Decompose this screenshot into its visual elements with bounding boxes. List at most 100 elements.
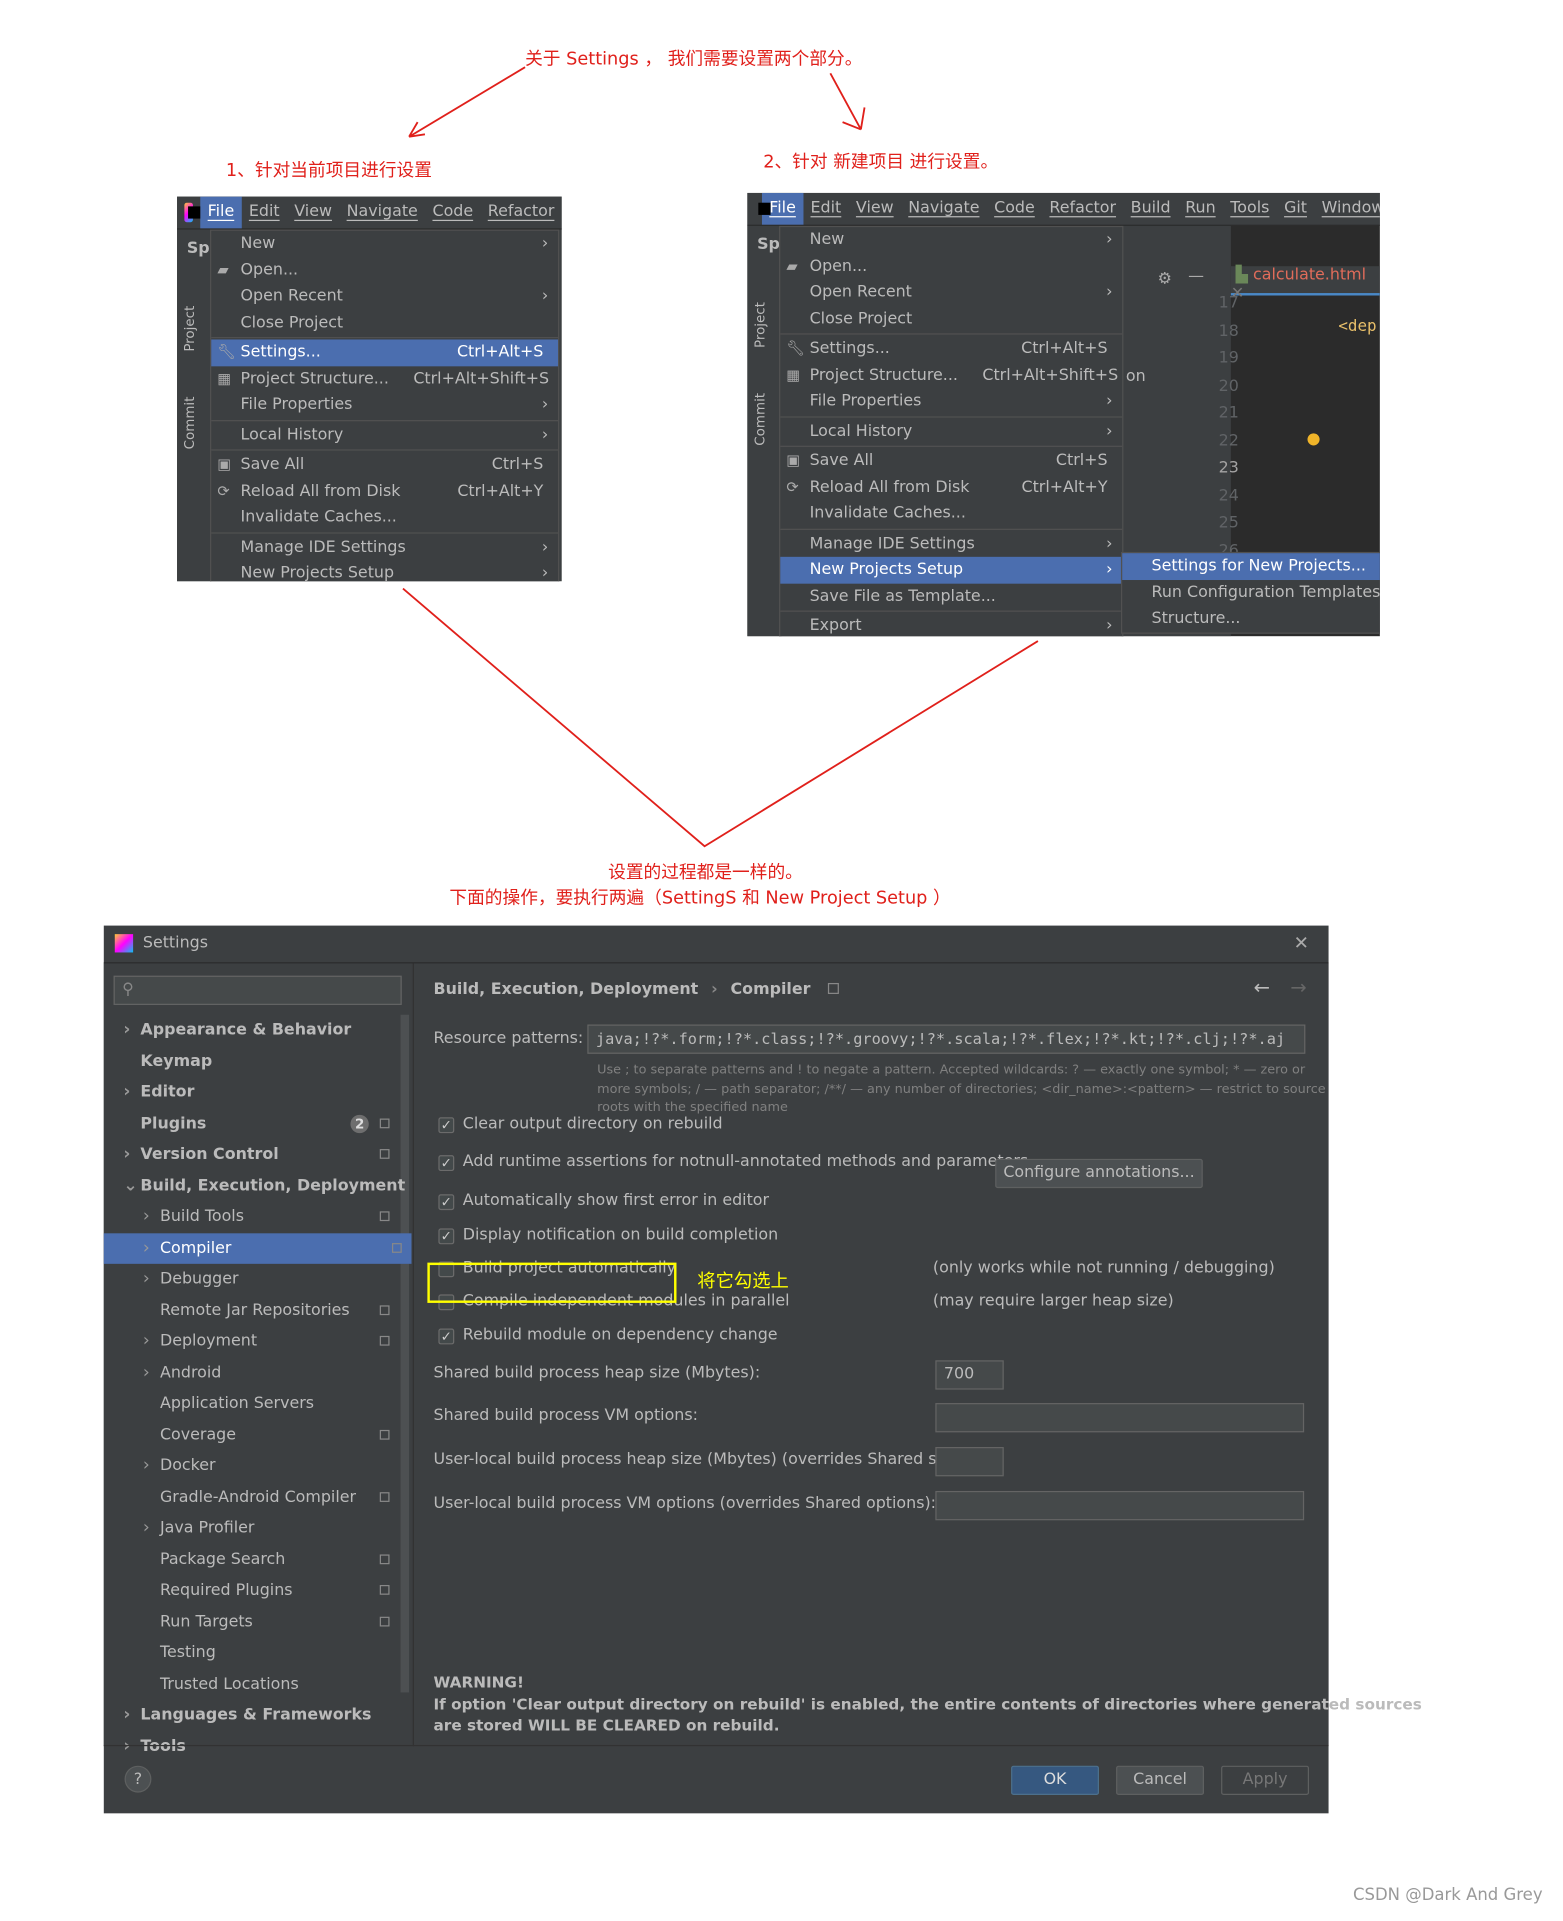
menu-item-project-structure[interactable]: ▦ Project Structure... Ctrl+Alt+Shift+S bbox=[780, 362, 1122, 388]
chevron-right-icon[interactable]: › bbox=[143, 1233, 150, 1264]
close-icon[interactable]: ✕ bbox=[1294, 932, 1309, 954]
checkbox-label[interactable]: Automatically show first error in editor bbox=[463, 1192, 769, 1210]
menu-item-settings[interactable]: 🔧︎ Settings... Ctrl+Alt+S bbox=[780, 336, 1122, 362]
menu-item-open[interactable]: ▰ Open... bbox=[211, 257, 558, 283]
menu-window[interactable]: Window bbox=[1314, 193, 1380, 225]
chevron-right-icon[interactable]: › bbox=[143, 1264, 150, 1295]
menu-item-settings[interactable]: 🔧︎ Settings... Ctrl+Alt+S bbox=[211, 339, 559, 366]
chevron-right-icon[interactable]: › bbox=[143, 1513, 150, 1544]
field-input[interactable] bbox=[935, 1403, 1305, 1433]
menu-edit[interactable]: Edit bbox=[803, 193, 848, 225]
menu-item-export[interactable]: Export › bbox=[780, 613, 1122, 636]
back-arrow-icon[interactable]: ← bbox=[1254, 976, 1270, 999]
sidebar-item-editor[interactable]: › Editor bbox=[104, 1077, 400, 1108]
sidebar-item-plugins[interactable]: Plugins 2 bbox=[104, 1108, 400, 1139]
menu-item-close-project[interactable]: Close Project bbox=[780, 306, 1122, 332]
cancel-button[interactable]: Cancel bbox=[1116, 1765, 1205, 1796]
menu-item-save-file-as-template[interactable]: Save File as Template... bbox=[780, 583, 1122, 609]
menu-code[interactable]: Code bbox=[425, 197, 480, 229]
menu-item-new-projects-setup[interactable]: New Projects Setup › bbox=[780, 556, 1123, 584]
menu-item-close-project[interactable]: Close Project bbox=[211, 310, 558, 336]
chevron-down-icon[interactable]: ⌄ bbox=[123, 1170, 137, 1201]
menu-refactor[interactable]: Refactor bbox=[480, 197, 561, 229]
checkbox-label[interactable]: Add runtime assertions for notnull-annot… bbox=[463, 1153, 1028, 1171]
field-input[interactable] bbox=[935, 1447, 1004, 1477]
chevron-right-icon[interactable]: › bbox=[123, 1077, 130, 1108]
configure-annotations-button[interactable]: Configure annotations... bbox=[995, 1158, 1203, 1189]
menu-refactor[interactable]: Refactor bbox=[1042, 193, 1123, 225]
checkbox-automatically-show-first-error-in-editor[interactable]: ✓ bbox=[438, 1194, 455, 1211]
sidebar-item-keymap[interactable]: Keymap bbox=[104, 1046, 400, 1077]
ok-button[interactable]: OK bbox=[1011, 1765, 1099, 1796]
sidebar-item-remote-jar-repositories[interactable]: Remote Jar Repositories bbox=[104, 1295, 400, 1326]
chevron-right-icon[interactable]: › bbox=[143, 1326, 150, 1357]
menu-item-open-recent[interactable]: Open Recent › bbox=[211, 283, 558, 309]
chevron-right-icon[interactable]: › bbox=[123, 1700, 130, 1731]
apply-button[interactable]: Apply bbox=[1221, 1765, 1310, 1796]
checkbox-clear-output-directory-on-rebuild[interactable]: ✓ bbox=[438, 1117, 455, 1134]
menu-item-local-history[interactable]: Local History › bbox=[211, 422, 558, 448]
checkbox-label[interactable]: Display notification on build completion bbox=[463, 1226, 778, 1244]
menu-item-reload-all-from-disk[interactable]: ⟳ Reload All from Disk Ctrl+Alt+Y bbox=[780, 474, 1122, 500]
tab-project[interactable]: Project bbox=[182, 306, 198, 352]
breadcrumb-parent[interactable]: Build, Execution, Deployment bbox=[433, 981, 698, 999]
chevron-right-icon[interactable]: › bbox=[143, 1357, 150, 1388]
menu-item-file-properties[interactable]: File Properties › bbox=[780, 388, 1122, 414]
sidebar-item-appearance-behavior[interactable]: › Appearance & Behavior bbox=[104, 1015, 400, 1046]
menu-navigate[interactable]: Navigate bbox=[901, 193, 987, 225]
forward-arrow-icon[interactable]: → bbox=[1290, 976, 1306, 999]
help-button[interactable]: ? bbox=[124, 1765, 152, 1793]
menu-item-save-all[interactable]: ▣ Save All Ctrl+S bbox=[780, 448, 1122, 474]
sidebar-item-languages-frameworks[interactable]: › Languages & Frameworks bbox=[104, 1700, 400, 1731]
chevron-right-icon[interactable]: › bbox=[143, 1451, 150, 1482]
checkbox-label[interactable]: Rebuild module on dependency change bbox=[463, 1326, 778, 1344]
checkbox-label[interactable]: Clear output directory on rebuild bbox=[463, 1115, 723, 1133]
menu-item-structure[interactable]: Structure... bbox=[1122, 606, 1380, 632]
field-input[interactable] bbox=[935, 1490, 1305, 1521]
sidebar-item-java-profiler[interactable]: › Java Profiler bbox=[104, 1513, 400, 1544]
sidebar-item-testing[interactable]: Testing bbox=[104, 1637, 400, 1668]
menu-item-manage-ide-settings[interactable]: Manage IDE Settings › bbox=[780, 531, 1122, 557]
menu-item-invalidate-caches[interactable]: Invalidate Caches... bbox=[780, 501, 1122, 527]
sidebar-item-version-control[interactable]: › Version Control bbox=[104, 1139, 400, 1170]
sidebar-item-required-plugins[interactable]: Required Plugins bbox=[104, 1575, 400, 1606]
menu-view[interactable]: View bbox=[849, 193, 901, 225]
menu-navigate[interactable]: Navigate bbox=[339, 197, 425, 229]
tab-commit[interactable]: Commit bbox=[182, 397, 198, 450]
menu-build[interactable]: Build bbox=[1123, 193, 1178, 225]
gear-icon[interactable]: ⚙ bbox=[1158, 270, 1172, 288]
sidebar-item-trusted-locations[interactable]: Trusted Locations bbox=[104, 1669, 400, 1700]
menu-tools[interactable]: Tools bbox=[1223, 193, 1277, 225]
sidebar-item-package-search[interactable]: Package Search bbox=[104, 1544, 400, 1575]
chevron-right-icon[interactable]: › bbox=[123, 1139, 130, 1170]
menu-item-save-all[interactable]: ▣ Save All Ctrl+S bbox=[211, 452, 558, 478]
field-input[interactable]: 700 bbox=[935, 1360, 1004, 1390]
menu-item-invalidate-caches[interactable]: Invalidate Caches... bbox=[211, 504, 558, 530]
sidebar-item-coverage[interactable]: Coverage bbox=[104, 1420, 400, 1451]
menu-file[interactable]: File bbox=[200, 196, 242, 229]
menu-item-project-structure[interactable]: ▦ Project Structure... Ctrl+Alt+Shift+S bbox=[211, 366, 558, 392]
menu-view[interactable]: View bbox=[287, 197, 339, 229]
menu-item-file-properties[interactable]: File Properties › bbox=[211, 392, 558, 418]
sidebar-scrollbar[interactable] bbox=[400, 1014, 410, 1693]
sidebar-item-application-servers[interactable]: Application Servers bbox=[104, 1388, 400, 1419]
checkbox-rebuild-module-on-dependency-change[interactable]: ✓ bbox=[438, 1328, 455, 1345]
menu-item-settings-for-new-projects[interactable]: Settings for New Projects... bbox=[1122, 553, 1380, 580]
checkbox-add-runtime-assertions-for-notnull-annotated-methods-and-parameters[interactable]: ✓ bbox=[438, 1155, 455, 1172]
menu-run[interactable]: Run bbox=[1178, 193, 1223, 225]
minimize-icon[interactable]: — bbox=[1188, 267, 1204, 285]
search-input[interactable]: ⚲ bbox=[113, 975, 402, 1005]
resource-patterns-input[interactable]: java;!?*.form;!?*.class;!?*.groovy;!?*.s… bbox=[587, 1024, 1306, 1054]
sidebar-item-docker[interactable]: › Docker bbox=[104, 1451, 400, 1482]
menu-code[interactable]: Code bbox=[987, 193, 1042, 225]
menu-item-run-configuration-templates[interactable]: Run Configuration Templates... bbox=[1122, 579, 1379, 605]
sidebar-item-debugger[interactable]: › Debugger bbox=[104, 1264, 400, 1295]
menu-item-new-projects-setup[interactable]: New Projects Setup › bbox=[211, 560, 558, 581]
sidebar-item-gradle-android-compiler[interactable]: Gradle-Android Compiler bbox=[104, 1482, 400, 1513]
sidebar-item-compiler[interactable]: › Compiler bbox=[103, 1232, 412, 1264]
tab-commit[interactable]: Commit bbox=[752, 393, 768, 446]
sidebar-item-build-tools[interactable]: › Build Tools bbox=[104, 1202, 400, 1233]
sidebar-item-build-execution-deployment[interactable]: ⌄ Build, Execution, Deployment bbox=[104, 1170, 405, 1201]
menu-item-new[interactable]: New › bbox=[780, 227, 1122, 253]
menu-item-new[interactable]: New › bbox=[211, 231, 558, 257]
